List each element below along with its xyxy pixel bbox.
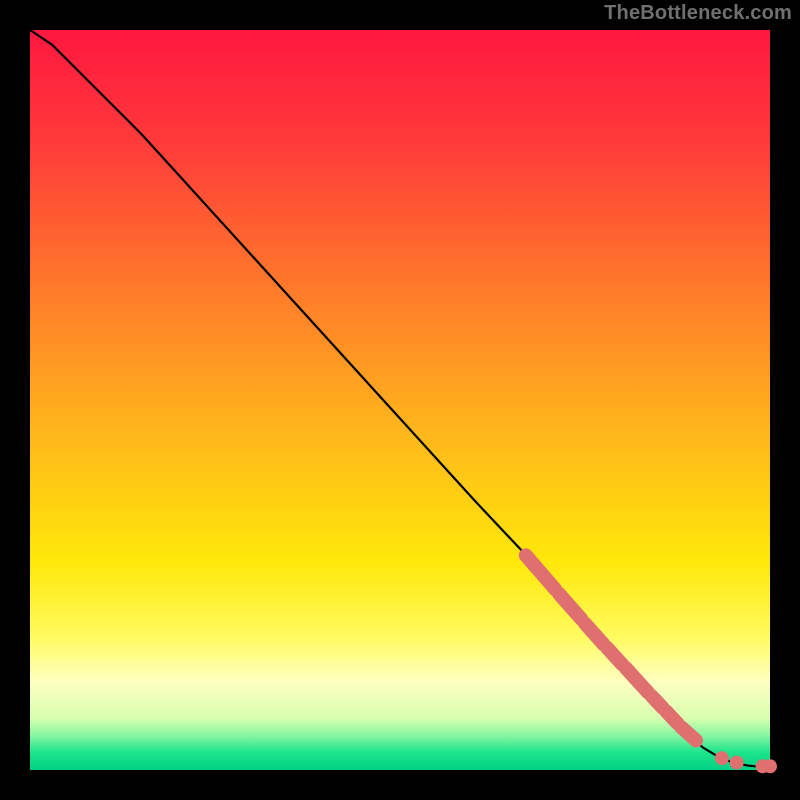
- highlight-segment: [681, 727, 696, 740]
- highlight-segment: [666, 712, 677, 724]
- tail-dot: [763, 759, 777, 773]
- tail-dot: [715, 751, 729, 765]
- attribution-label: TheBottleneck.com: [604, 2, 792, 25]
- chart-svg: [0, 0, 800, 800]
- plot-background: [30, 30, 770, 770]
- tail-dot: [730, 756, 744, 770]
- highlight-segment: [652, 696, 663, 708]
- chart-stage: { "attribution": "TheBottleneck.com", "p…: [0, 0, 800, 800]
